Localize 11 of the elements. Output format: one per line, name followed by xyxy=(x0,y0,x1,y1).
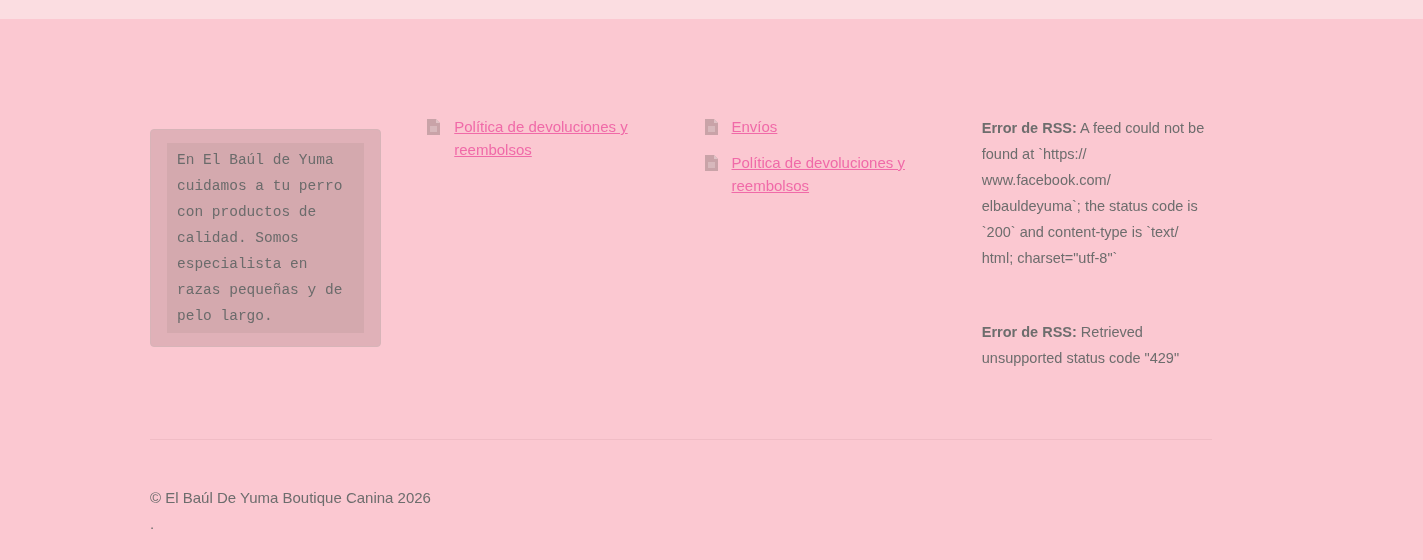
about-text: En El Baúl de Yuma cuidamos a tu perro con productos de calidad. Somos especialista en razas pequeñas y de pelo largo. xyxy=(167,143,364,333)
policy-link[interactable]: Política de devoluciones y reembolsos xyxy=(454,115,645,161)
document-icon xyxy=(704,119,718,135)
document-icon xyxy=(427,119,441,135)
document-icon xyxy=(704,155,718,171)
policy-link[interactable]: Envíos xyxy=(731,115,922,138)
rss-error-text: Error de RSS: A feed could not be found at `https:// www.facebook.com/ elbauldeyuma`; the status code is `200` and content-type is `text/ html; charset="utf-8"` xyxy=(981,119,1206,268)
rss-error-text: Error de RSS: Retrieved unsupported status code "429" xyxy=(981,323,1181,368)
footnote-text: . xyxy=(150,514,155,534)
policy-link[interactable]: Política de devoluciones y reembolsos xyxy=(731,151,922,197)
copyright-text: © El Baúl De Yuma Boutique Canina 2026 xyxy=(150,488,432,508)
